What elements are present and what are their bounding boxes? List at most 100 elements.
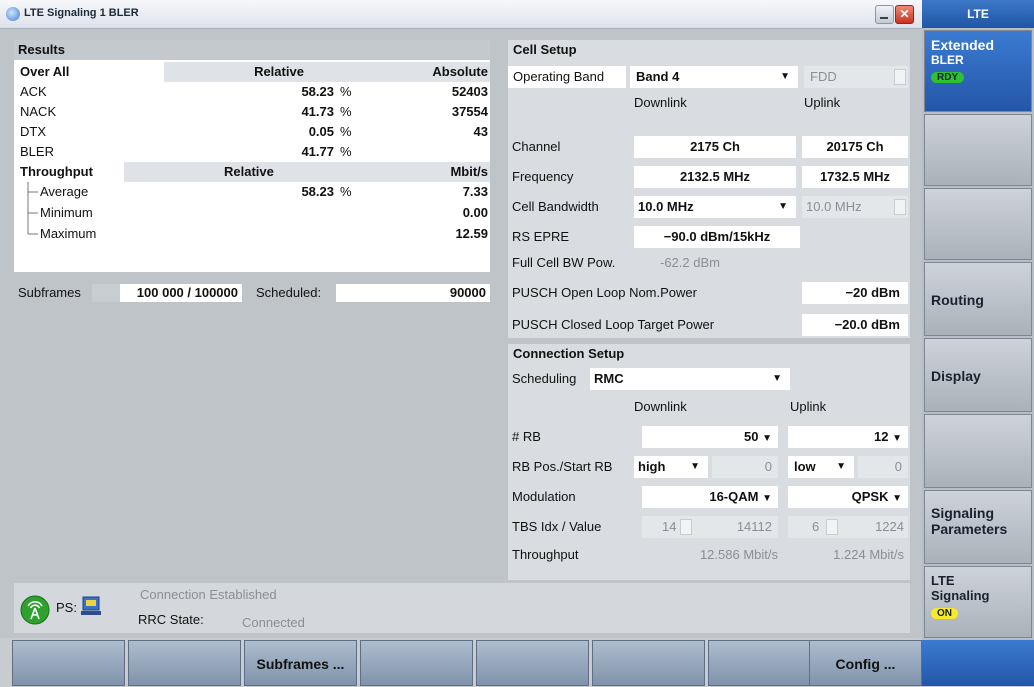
lte-signaling-hotkey[interactable]: LTE Signaling ON <box>924 566 1032 638</box>
rb-dl-select[interactable]: 50 ▼ <box>642 426 778 448</box>
rb-pos-dl-select[interactable]: high ▼ <box>634 456 708 478</box>
softkey-5[interactable] <box>476 640 589 686</box>
unit: % <box>340 184 352 199</box>
results-panel: Results Over All Relative Absolute ACK 5… <box>14 40 490 272</box>
antenna-icon <box>20 595 50 625</box>
unit: % <box>340 84 352 99</box>
subframes-label: Subframes <box>18 285 81 300</box>
rb-ul-select[interactable]: 12 ▼ <box>788 426 908 448</box>
row-label: DTX <box>20 124 46 139</box>
hotkey-sidebar: LTE Extended BLER RDY Routing Display Si… <box>922 0 1034 686</box>
rdy-badge: RDY <box>931 72 965 83</box>
cs-throughput-dl: 12.586 Mbit/s <box>699 547 778 562</box>
hotkey-blank-1[interactable] <box>924 114 1032 186</box>
absolute-value: 52403 <box>451 84 488 99</box>
chevron-down-icon: ▼ <box>892 493 902 504</box>
uplink-header: Uplink <box>804 95 841 110</box>
results-heading: Results <box>14 40 490 60</box>
softkey-2[interactable] <box>128 640 241 686</box>
close-button[interactable]: ✕ <box>895 5 914 24</box>
cs-throughput-label: Throughput <box>512 547 579 562</box>
relative-value: 0.05 <box>308 124 334 139</box>
operating-band-select[interactable]: Band 4 ▼ <box>630 66 798 88</box>
config-softkey[interactable]: Config ... <box>809 640 922 686</box>
chevron-down-icon: ▼ <box>836 461 846 472</box>
softkey-6[interactable] <box>592 640 705 686</box>
softkey-1[interactable] <box>12 640 125 686</box>
throughput-value: 0.00 <box>462 205 488 220</box>
throughput-relative-header: Relative <box>124 162 394 182</box>
channel-dl-field[interactable]: 2175 Ch <box>634 136 796 158</box>
routing-hotkey[interactable]: Routing <box>924 262 1032 336</box>
rb-pos-ul-select[interactable]: low ▼ <box>788 456 854 478</box>
cell-bandwidth-select[interactable]: 10.0 MHz ▼ <box>634 196 796 218</box>
hotkey-blank-2[interactable] <box>924 188 1032 260</box>
connection-status: Connection Established <box>140 587 277 602</box>
pusch-open-loop-label: PUSCH Open Loop Nom.Power <box>512 285 697 300</box>
rs-epre-field[interactable]: −90.0 dBm/15kHz <box>634 226 800 248</box>
display-label: Display <box>931 368 981 384</box>
cell-bandwidth-ul: 10.0 MHz <box>802 196 908 218</box>
display-hotkey[interactable]: Display <box>924 338 1032 412</box>
table-row: DTX 0.05 % 43 <box>14 122 490 142</box>
unit: % <box>340 144 352 159</box>
frequency-dl-field[interactable]: 2132.5 MHz <box>634 166 796 188</box>
softkey-4[interactable] <box>360 640 473 686</box>
lte-label: LTE <box>931 573 955 588</box>
cell-setup-heading: Cell Setup <box>513 42 577 57</box>
cs-throughput-ul: 1.224 Mbit/s <box>833 547 904 562</box>
tbs-dl-index: 14 <box>662 519 677 534</box>
table-row: ACK 58.23 % 52403 <box>14 82 490 102</box>
chevron-down-icon: ▼ <box>772 373 782 384</box>
pusch-closed-loop-field[interactable]: −20.0 dBm <box>802 314 908 336</box>
cell-bandwidth-ul-value: 10.0 MHz <box>806 199 862 214</box>
row-label: Minimum <box>40 205 93 220</box>
softkey-7[interactable] <box>708 640 821 686</box>
full-cell-bw-value: -62.2 dBm <box>660 255 720 270</box>
channel-label: Channel <box>512 139 561 154</box>
cs-uplink-header: Uplink <box>790 399 827 414</box>
subframes-softkey[interactable]: Subframes ... <box>244 640 357 686</box>
relative-value: 58.23 <box>301 184 334 199</box>
tbs-ul: 6 1224 <box>788 516 908 538</box>
modulation-dl-value: 16-QAM <box>709 489 759 504</box>
rb-pos-dl-value: high <box>638 459 666 474</box>
channel-ul-field[interactable]: 20175 Ch <box>802 136 908 158</box>
table-row: BLER 41.77 % <box>14 142 490 162</box>
frequency-ul-field[interactable]: 1732.5 MHz <box>802 166 908 188</box>
bandwidth-ul-toggle <box>894 199 906 215</box>
row-label: ACK <box>20 84 47 99</box>
cell-bandwidth-label: Cell Bandwidth <box>512 199 599 214</box>
row-label: Maximum <box>40 226 97 241</box>
cell-setup-section: Cell Setup Operating Band Band 4 ▼ FDD D… <box>508 40 910 338</box>
extended-label: Extended <box>931 37 995 53</box>
table-row: Minimum 0.00 <box>14 203 490 223</box>
sidebar-header: LTE <box>922 0 1034 28</box>
window-title: LTE Signaling 1 BLER <box>24 7 139 19</box>
hotkey-blank-3[interactable] <box>924 414 1032 488</box>
minimize-button[interactable] <box>875 5 894 24</box>
modulation-ul-value: QPSK <box>851 489 889 504</box>
tbs-label: TBS Idx / Value <box>512 519 602 534</box>
app-icon <box>6 7 20 21</box>
tbs-ul-toggle <box>826 519 838 535</box>
cs-downlink-header: Downlink <box>634 399 687 414</box>
pusch-open-loop-field[interactable]: −20 dBm <box>802 282 908 304</box>
scheduling-select[interactable]: RMC ▼ <box>590 368 790 390</box>
bler-window: LTE Signaling 1 BLER ✕ Results Over All … <box>0 0 923 638</box>
softkey-bar: Subframes ... Config ... <box>0 640 922 686</box>
modulation-dl-select[interactable]: 16-QAM ▼ <box>642 486 778 508</box>
absolute-header: Absolute <box>394 62 490 82</box>
cell-bandwidth-value: 10.0 MHz <box>638 199 694 214</box>
modulation-ul-select[interactable]: QPSK ▼ <box>788 486 908 508</box>
table-row: NACK 41.73 % 37554 <box>14 102 490 122</box>
signaling-parameters-hotkey[interactable]: Signaling Parameters <box>924 490 1032 564</box>
extended-bler-hotkey[interactable]: Extended BLER RDY <box>924 30 1032 112</box>
setup-panel: Cell Setup Operating Band Band 4 ▼ FDD D… <box>508 40 910 582</box>
signaling-label: Signaling <box>931 505 994 521</box>
absolute-value: 43 <box>473 124 488 139</box>
scheduled-label: Scheduled: <box>256 285 322 300</box>
status-bar: PS: Connection Established RRC State: Co… <box>14 583 910 633</box>
ps-label: PS: <box>56 600 77 615</box>
relative-value: 58.23 <box>301 84 334 99</box>
